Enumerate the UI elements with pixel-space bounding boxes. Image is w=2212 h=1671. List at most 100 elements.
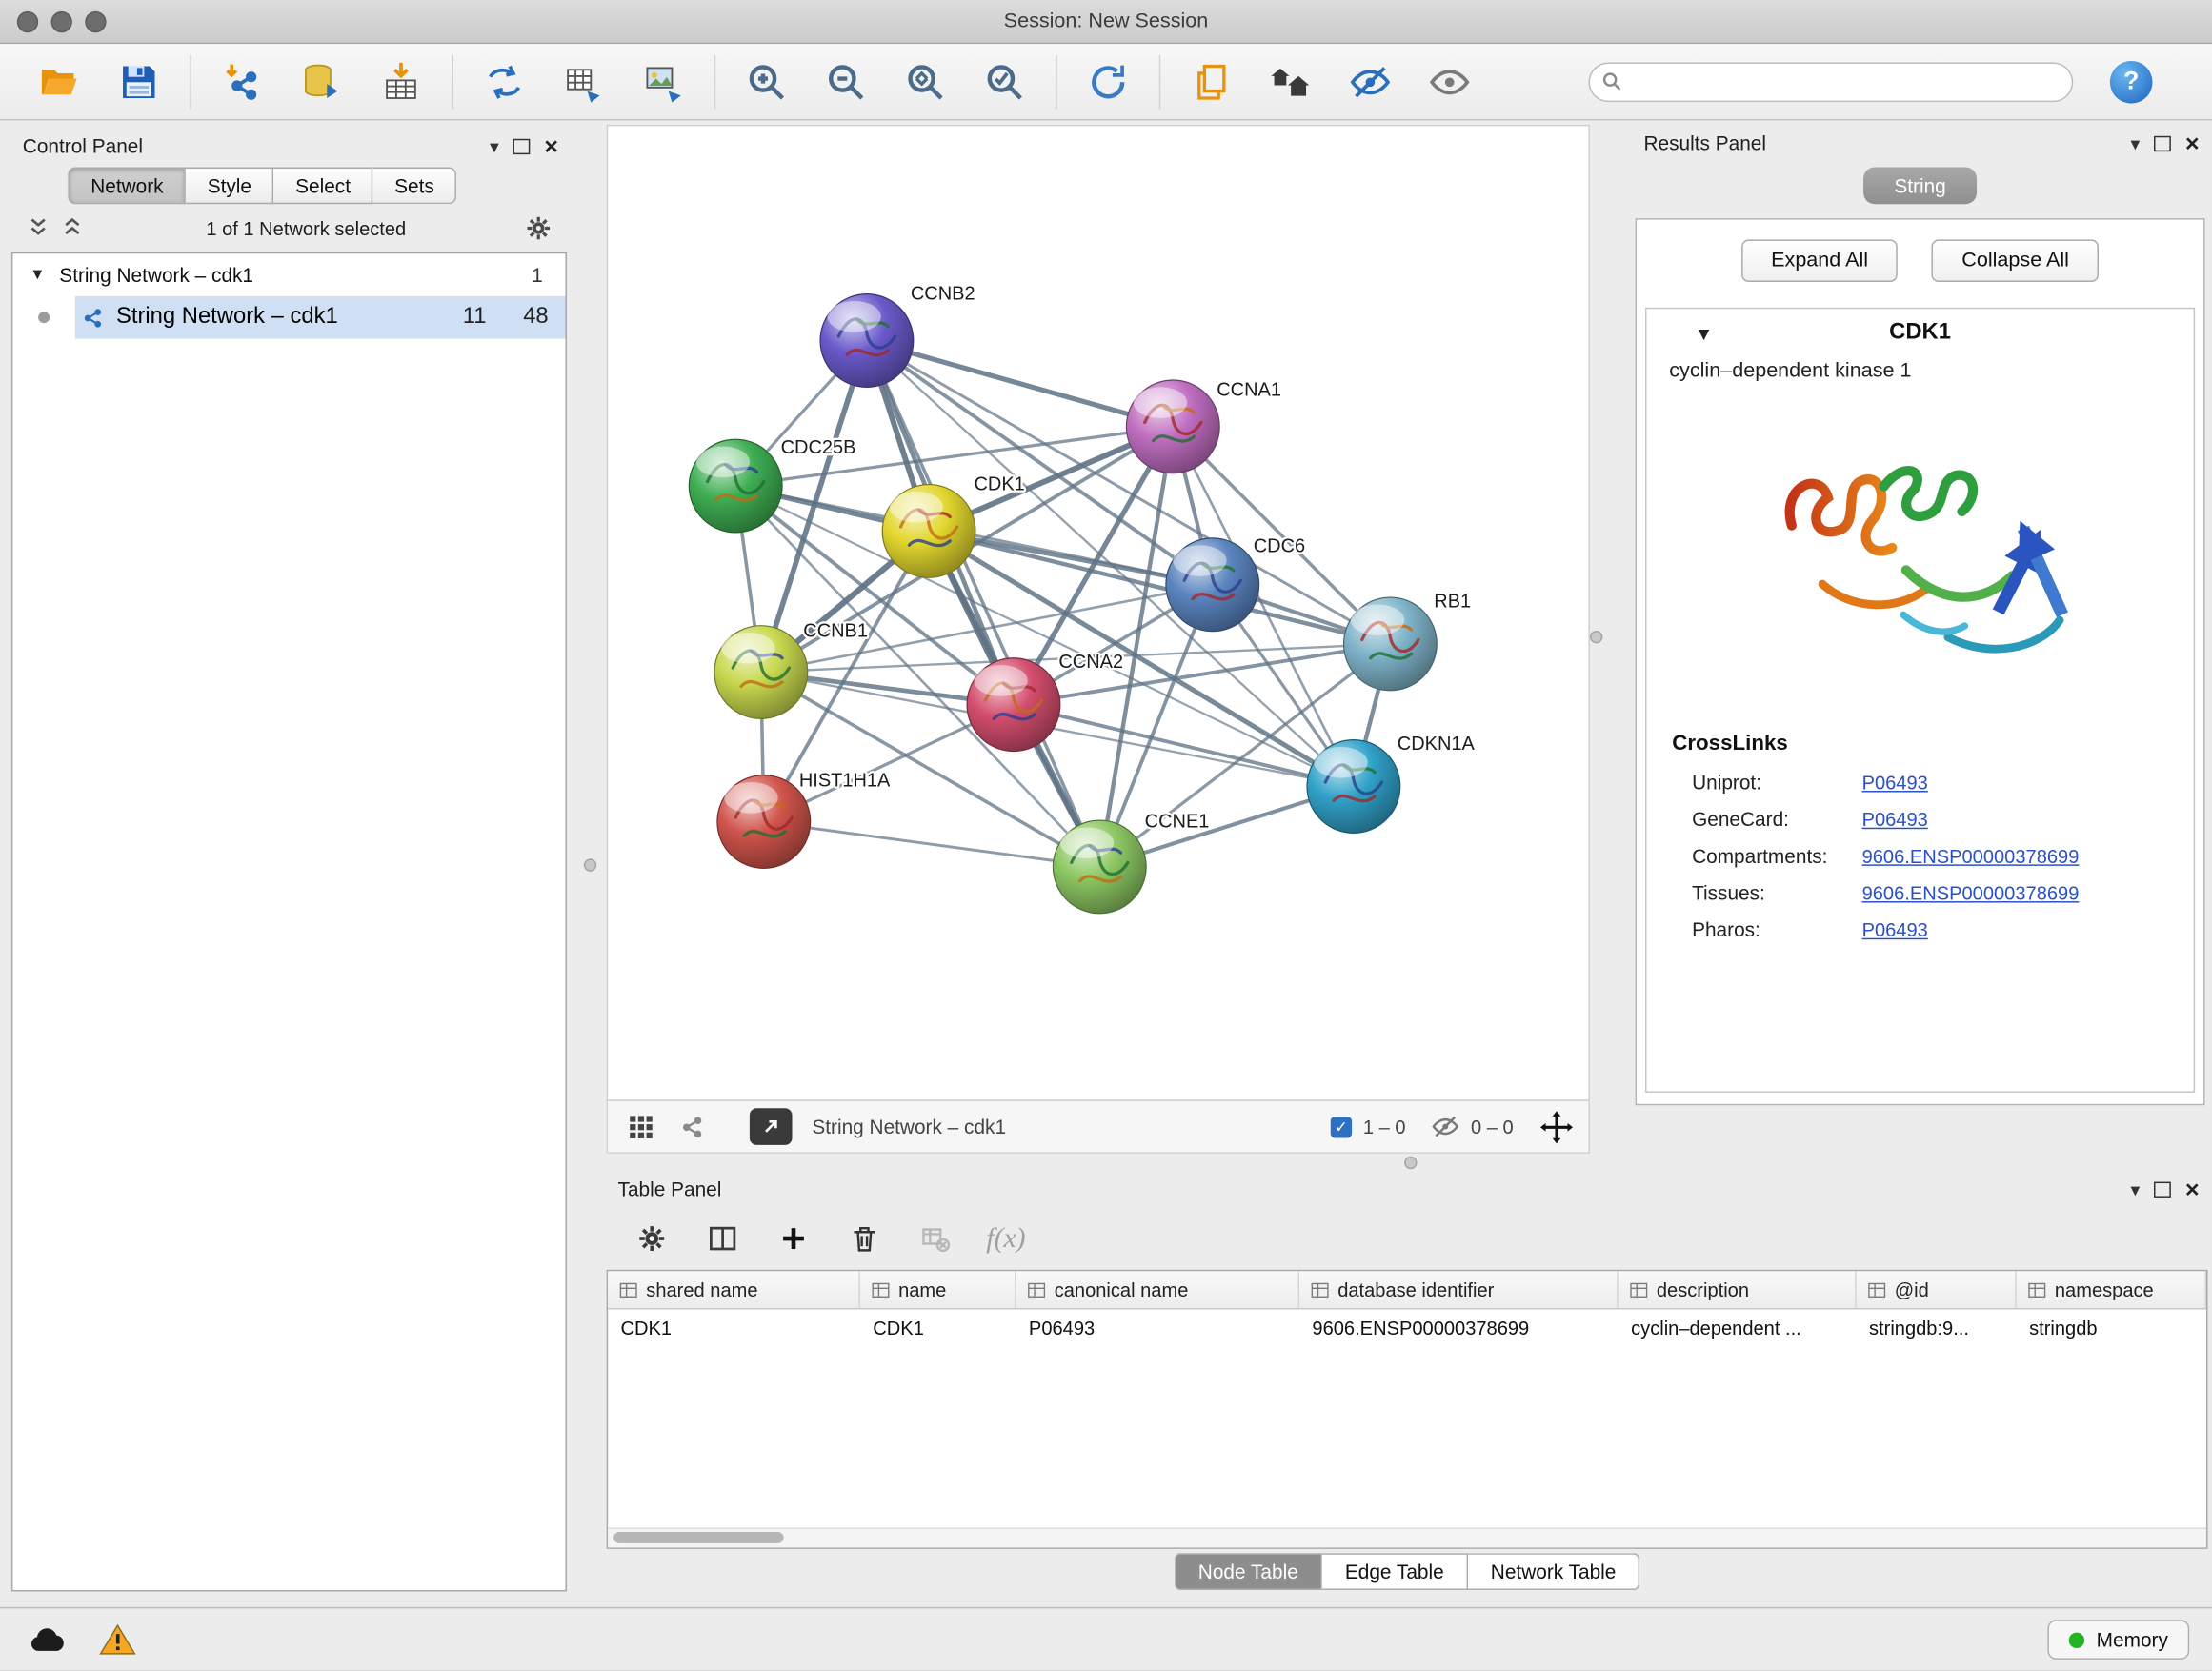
network-node-cdk1[interactable]: [882, 485, 975, 578]
network-edge-hist1h1a-ccne1[interactable]: [764, 822, 1099, 867]
network-view-mode-icon[interactable]: [674, 1108, 711, 1145]
column-header-namespace[interactable]: namespace: [2017, 1271, 2206, 1308]
network-row[interactable]: String Network – cdk1 11 48: [12, 296, 565, 339]
splitter-handle[interactable]: [1590, 631, 1602, 643]
hide-graphics-details-icon[interactable]: [1346, 57, 1395, 106]
column-header-description[interactable]: description: [1619, 1271, 1857, 1308]
zoom-out-icon[interactable]: [822, 57, 871, 106]
network-edge-ccna2-cdkn1a[interactable]: [1014, 705, 1354, 787]
show-columns-icon[interactable]: [703, 1218, 743, 1258]
float-panel-icon[interactable]: [513, 138, 531, 153]
show-graphics-details-icon[interactable]: [1425, 57, 1474, 106]
zoom-selected-icon[interactable]: [980, 57, 1029, 106]
pan-move-icon[interactable]: [1538, 1109, 1574, 1144]
warning-icon[interactable]: [93, 1619, 142, 1661]
export-image-icon[interactable]: [639, 57, 688, 106]
cell-id[interactable]: stringdb:9...: [1857, 1309, 2017, 1346]
cascade-windows-icon[interactable]: [1267, 57, 1316, 106]
network-node-ccna1[interactable]: [1126, 380, 1219, 473]
tab-string[interactable]: String: [1863, 168, 1978, 205]
selected-checkbox-icon[interactable]: ✓: [1331, 1116, 1352, 1137]
zoom-in-icon[interactable]: [742, 57, 791, 106]
cell-name[interactable]: CDK1: [860, 1309, 1016, 1346]
tab-network-table[interactable]: Network Table: [1468, 1553, 1640, 1590]
create-column-icon[interactable]: [774, 1218, 814, 1258]
crosslink-link-genecard[interactable]: P06493: [1862, 809, 1928, 830]
table-settings-gear-icon[interactable]: [632, 1218, 672, 1258]
collection-expander-icon[interactable]: ▼: [30, 267, 45, 284]
delete-column-icon[interactable]: [845, 1218, 885, 1258]
cell-namespace[interactable]: stringdb: [2017, 1309, 2206, 1346]
column-header-shared-name[interactable]: shared name: [608, 1271, 860, 1308]
copy-document-icon[interactable]: [1188, 57, 1237, 106]
tab-edge-table[interactable]: Edge Table: [1322, 1553, 1468, 1590]
network-node-ccnb1[interactable]: [714, 626, 808, 719]
tab-select[interactable]: Select: [274, 168, 373, 205]
network-row-selected[interactable]: String Network – cdk1 11 48: [75, 296, 566, 339]
expand-tree-icon[interactable]: [23, 212, 54, 244]
tab-node-table[interactable]: Node Table: [1175, 1553, 1323, 1590]
network-node-cdkn1a[interactable]: [1307, 740, 1400, 834]
collapse-tree-icon[interactable]: [57, 212, 89, 244]
column-header-database-identifier[interactable]: database identifier: [1299, 1271, 1619, 1308]
export-table-icon[interactable]: [560, 57, 609, 106]
crosslink-link-tissues[interactable]: 9606.ENSP00000378699: [1862, 883, 2080, 904]
close-panel-icon[interactable]: ×: [2185, 1177, 2200, 1200]
collapse-all-button[interactable]: Collapse All: [1932, 239, 2099, 282]
grid-view-icon[interactable]: [622, 1108, 659, 1145]
cell-shared-name[interactable]: CDK1: [608, 1309, 860, 1346]
column-header-canonical-name[interactable]: canonical name: [1016, 1271, 1300, 1308]
crosslink-link-compartments[interactable]: 9606.ENSP00000378699: [1862, 846, 2080, 867]
save-session-icon[interactable]: [114, 57, 163, 106]
network-node-cdc25b[interactable]: [689, 439, 782, 533]
network-node-ccne1[interactable]: [1053, 820, 1146, 914]
close-panel-icon[interactable]: ×: [2185, 131, 2200, 155]
help-button[interactable]: ?: [2110, 60, 2153, 103]
horizontal-scrollbar[interactable]: [608, 1528, 2206, 1548]
cloud-icon[interactable]: [23, 1619, 71, 1661]
search-input[interactable]: [1588, 62, 2073, 102]
network-canvas[interactable]: CCNB2CCNA1CDC25BCDK1CDC6RB1CCNB1CCNA2CDK…: [608, 126, 1588, 1099]
import-network-icon[interactable]: [218, 57, 267, 106]
network-edge-ccnb2-ccne1[interactable]: [867, 341, 1099, 867]
memory-button[interactable]: Memory: [2048, 1620, 2189, 1660]
gene-section-header[interactable]: ▼ CDK1: [1646, 309, 2193, 357]
network-node-hist1h1a[interactable]: [717, 775, 811, 869]
column-header-name[interactable]: name: [860, 1271, 1016, 1308]
apply-layout-icon[interactable]: [1084, 57, 1133, 106]
crosslink-link-uniprot[interactable]: P06493: [1862, 773, 1928, 794]
tab-style[interactable]: Style: [186, 168, 273, 205]
cell-database-identifier[interactable]: 9606.ENSP00000378699: [1299, 1309, 1619, 1346]
float-panel-icon[interactable]: [2154, 1181, 2171, 1197]
scrollbar-thumb[interactable]: [613, 1532, 784, 1543]
function-builder-icon[interactable]: f(x): [986, 1222, 1025, 1255]
export-network-icon[interactable]: [480, 57, 529, 106]
expand-all-button[interactable]: Expand All: [1741, 239, 1898, 282]
splitter-handle[interactable]: [1404, 1157, 1417, 1169]
open-session-icon[interactable]: [35, 57, 84, 106]
network-node-ccna2[interactable]: [967, 658, 1060, 752]
detach-view-icon[interactable]: [750, 1108, 793, 1145]
tab-network[interactable]: Network: [68, 168, 186, 205]
network-collection-row[interactable]: ▼ String Network – cdk1 1: [12, 253, 565, 296]
float-panel-icon[interactable]: [2154, 135, 2171, 151]
panel-menu-icon[interactable]: ▾: [490, 137, 499, 155]
network-node-cdc6[interactable]: [1166, 538, 1259, 632]
crosslink-link-pharos[interactable]: P06493: [1862, 919, 1928, 940]
network-node-rb1[interactable]: [1344, 597, 1438, 691]
tab-sets[interactable]: Sets: [373, 168, 457, 205]
import-table-icon[interactable]: [377, 57, 426, 106]
delete-table-icon[interactable]: [915, 1218, 955, 1258]
gear-icon[interactable]: [521, 211, 555, 246]
import-network-database-icon[interactable]: [297, 57, 346, 106]
cell-description[interactable]: cyclin–dependent ...: [1619, 1309, 1857, 1346]
panel-menu-icon[interactable]: ▾: [2131, 1179, 2141, 1198]
panel-menu-icon[interactable]: ▾: [2131, 134, 2141, 152]
column-header-id[interactable]: @id: [1857, 1271, 2017, 1308]
close-panel-icon[interactable]: ×: [544, 134, 558, 158]
splitter-handle[interactable]: [584, 858, 596, 871]
network-node-ccnb2[interactable]: [820, 294, 914, 388]
section-expander-icon[interactable]: ▼: [1695, 322, 1713, 343]
table-row[interactable]: CDK1 CDK1 P06493 9606.ENSP00000378699 cy…: [608, 1309, 2206, 1346]
cell-canonical-name[interactable]: P06493: [1016, 1309, 1300, 1346]
